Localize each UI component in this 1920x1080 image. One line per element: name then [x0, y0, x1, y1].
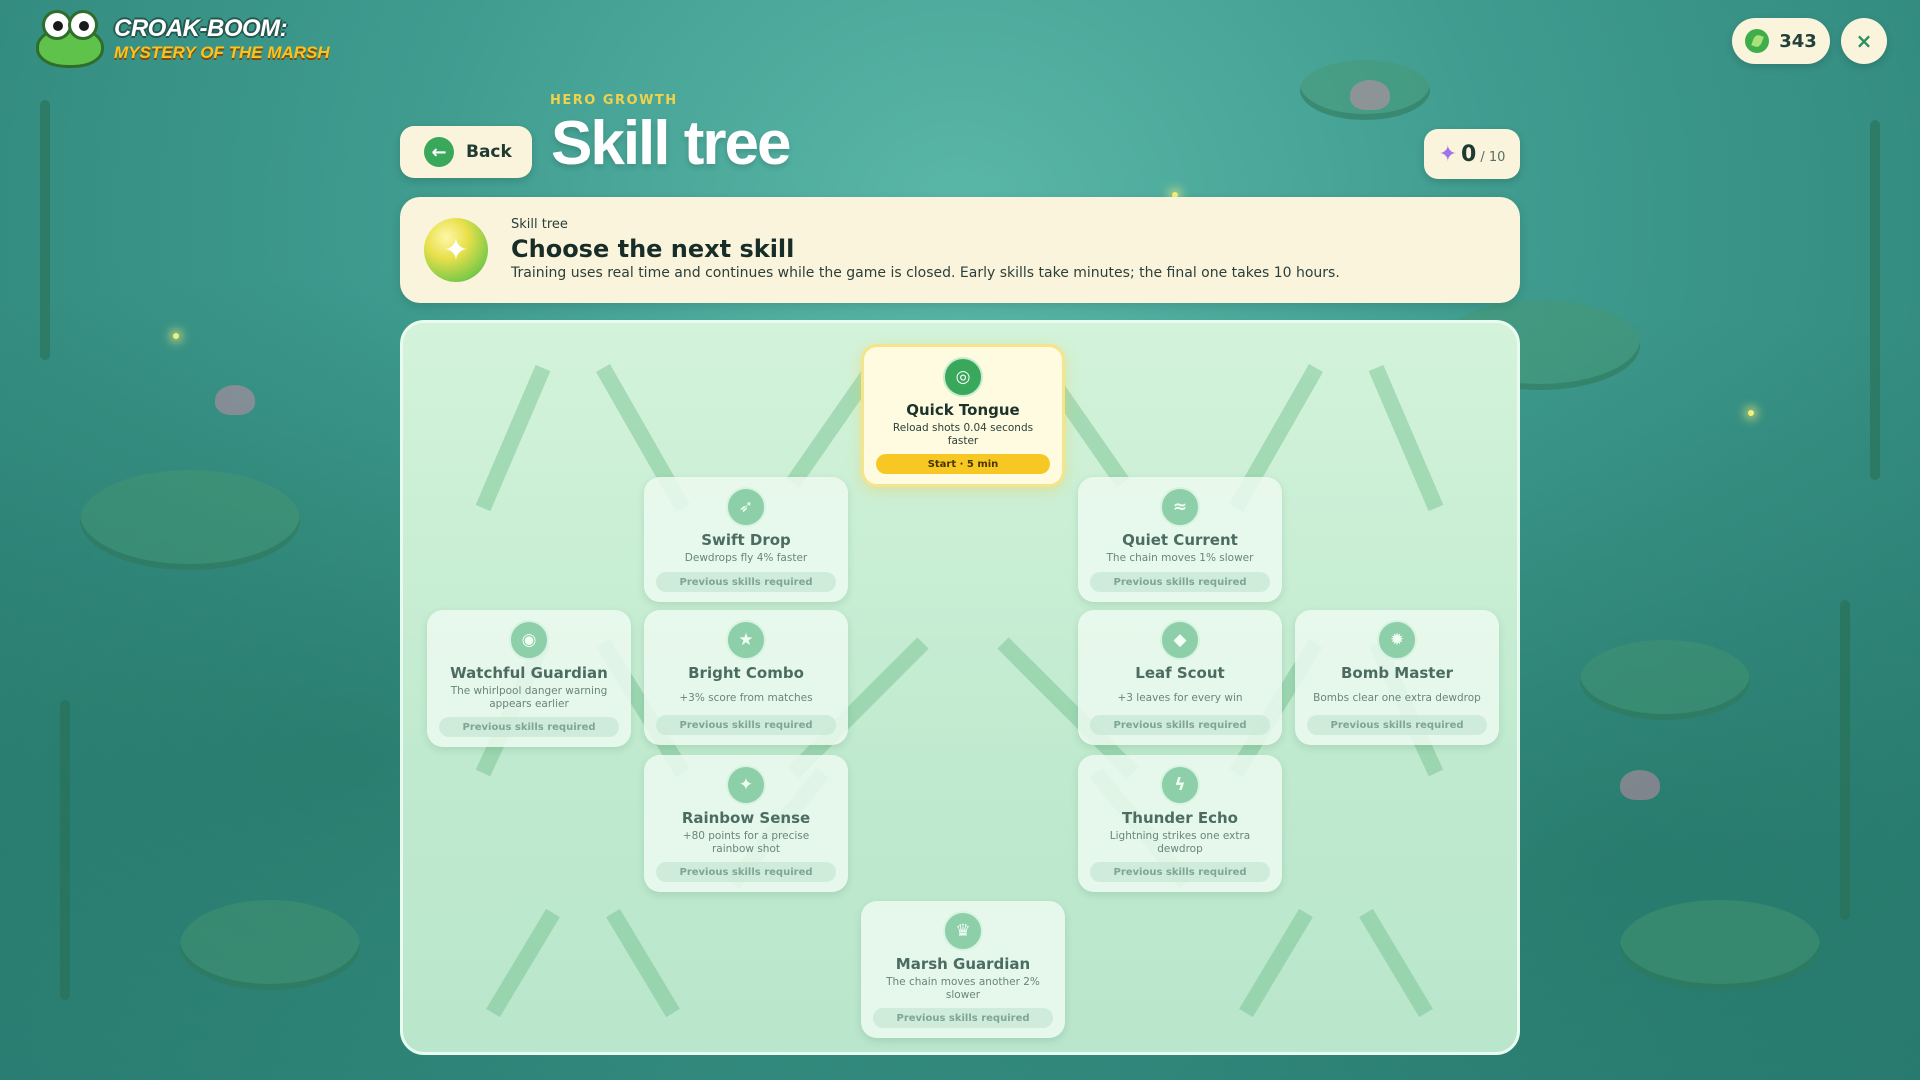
banner-kicker: Skill tree	[511, 217, 568, 232]
currency-value: 343	[1779, 30, 1817, 52]
page-kicker: HERO GROWTH	[550, 93, 678, 108]
lily-pad-decoration	[180, 900, 360, 990]
start-skill-button[interactable]: Start · 5 min	[876, 454, 1050, 475]
reed-decoration	[1840, 600, 1850, 920]
lightning-icon: ϟ	[1160, 765, 1200, 805]
skill-name: Watchful Guardian	[450, 664, 608, 682]
leaf-coin-icon	[1745, 29, 1770, 53]
back-button-label: Back	[466, 142, 512, 162]
frog-mascot-icon	[36, 10, 104, 68]
sparkle-icon: ✦	[726, 765, 766, 805]
skill-name: Leaf Scout	[1135, 664, 1225, 682]
skill-name: Quiet Current	[1122, 531, 1238, 549]
skill-card-rainbow-sense[interactable]: ✦ Rainbow Sense +80 points for a precise…	[644, 755, 848, 893]
star-icon: ★	[726, 620, 766, 660]
skill-status: Previous skills required	[439, 717, 619, 738]
skill-name: Rainbow Sense	[681, 809, 811, 827]
banner-title: Choose the next skill	[511, 235, 795, 263]
skill-description: Bombs clear one extra dewdrop	[1313, 692, 1481, 704]
logo-subtitle: MYSTERY OF THE MARSH	[114, 43, 330, 62]
back-button[interactable]: ← Back	[400, 126, 532, 178]
skill-card-marsh-guardian[interactable]: ♛ Marsh Guardian The chain moves another…	[861, 901, 1065, 1039]
skill-name: Quick Tongue	[906, 401, 1020, 419]
game-logo: CROAK-BOOM: MYSTERY OF THE MARSH	[36, 10, 330, 68]
wave-icon: ≈	[1160, 487, 1200, 527]
skill-points-counter: ✦ 0 / 10	[1424, 129, 1520, 179]
sparkle-orb-icon: ✦	[424, 218, 488, 282]
skill-description: Dewdrops fly 4% faster	[684, 552, 808, 564]
skill-name: Swift Drop	[701, 531, 791, 549]
sparkle-icon: ✦	[1438, 141, 1458, 167]
firefly-decoration	[1748, 410, 1754, 416]
skill-description: Reload shots 0.04 seconds faster	[892, 422, 1034, 448]
close-button[interactable]: ×	[1841, 18, 1887, 64]
lotus-decoration	[215, 385, 255, 415]
leaf-currency-counter: 343	[1732, 18, 1830, 64]
skill-name: Bomb Master	[1340, 664, 1454, 682]
skill-status: Previous skills required	[656, 572, 836, 592]
skill-description: The whirlpool danger warning appears ear…	[450, 685, 608, 711]
skill-card-leaf-scout[interactable]: ◆ Leaf Scout +3 leaves for every win Pre…	[1078, 610, 1282, 745]
lily-pad-decoration	[1580, 640, 1750, 720]
skill-points-current: 0	[1461, 141, 1477, 167]
skill-name: Marsh Guardian	[895, 955, 1031, 973]
reed-decoration	[60, 700, 70, 1000]
skill-name: Bright Combo	[688, 664, 804, 682]
skill-status: Previous skills required	[873, 1008, 1053, 1029]
skill-points-max: / 10	[1480, 149, 1506, 165]
info-banner: ✦ Skill tree Choose the next skill Train…	[400, 197, 1520, 303]
eye-icon: ◉	[509, 620, 549, 660]
skill-card-bomb-master[interactable]: ✹ Bomb Master Bombs clear one extra dewd…	[1295, 610, 1499, 745]
skill-card-bright-combo[interactable]: ★ Bright Combo +3% score from matches Pr…	[644, 610, 848, 745]
lotus-decoration	[1350, 80, 1390, 110]
banner-description: Training uses real time and continues wh…	[511, 265, 1340, 281]
page-title: Skill tree	[551, 109, 791, 178]
lily-pad-decoration	[80, 470, 300, 570]
firefly-decoration	[173, 333, 179, 339]
logo-title: CROAK-BOOM:	[114, 15, 288, 42]
crown-icon: ♛	[943, 911, 983, 951]
reed-decoration	[40, 100, 50, 360]
lily-pad-decoration	[1620, 900, 1820, 990]
skill-description: +80 points for a precise rainbow shot	[682, 830, 810, 856]
skill-description: The chain moves 1% slower	[1106, 552, 1254, 564]
skill-card-quiet-current[interactable]: ≈ Quiet Current The chain moves 1% slowe…	[1078, 477, 1282, 602]
target-icon: ◎	[943, 357, 983, 397]
skill-card-watchful-guardian[interactable]: ◉ Watchful Guardian The whirlpool danger…	[427, 610, 631, 748]
leaf-icon: ◆	[1160, 620, 1200, 660]
skill-status: Previous skills required	[656, 715, 836, 735]
skill-card-swift-drop[interactable]: ➶ Swift Drop Dewdrops fly 4% faster Prev…	[644, 477, 848, 602]
skill-card-thunder-echo[interactable]: ϟ Thunder Echo Lightning strikes one ext…	[1078, 755, 1282, 893]
arrow-icon: ➶	[726, 487, 766, 527]
skill-status: Previous skills required	[1090, 862, 1270, 883]
skill-description: Lightning strikes one extra dewdrop	[1109, 830, 1251, 856]
lily-pad-decoration	[1300, 60, 1430, 120]
skill-tree-panel: ◎ Quick Tongue Reload shots 0.04 seconds…	[400, 320, 1520, 1055]
skill-status: Previous skills required	[1307, 715, 1487, 735]
skill-description: +3 leaves for every win	[1117, 692, 1243, 704]
skill-status: Previous skills required	[656, 862, 836, 883]
skill-description: The chain moves another 2% slower	[886, 976, 1040, 1002]
lotus-decoration	[1620, 770, 1660, 800]
skill-status: Previous skills required	[1090, 715, 1270, 735]
reed-decoration	[1870, 120, 1880, 480]
burst-icon: ✹	[1377, 620, 1417, 660]
skill-status: Previous skills required	[1090, 572, 1270, 592]
arrow-left-icon: ←	[424, 137, 454, 167]
skill-description: +3% score from matches	[679, 692, 813, 704]
skill-card-quick-tongue[interactable]: ◎ Quick Tongue Reload shots 0.04 seconds…	[861, 344, 1065, 488]
skill-name: Thunder Echo	[1122, 809, 1238, 827]
